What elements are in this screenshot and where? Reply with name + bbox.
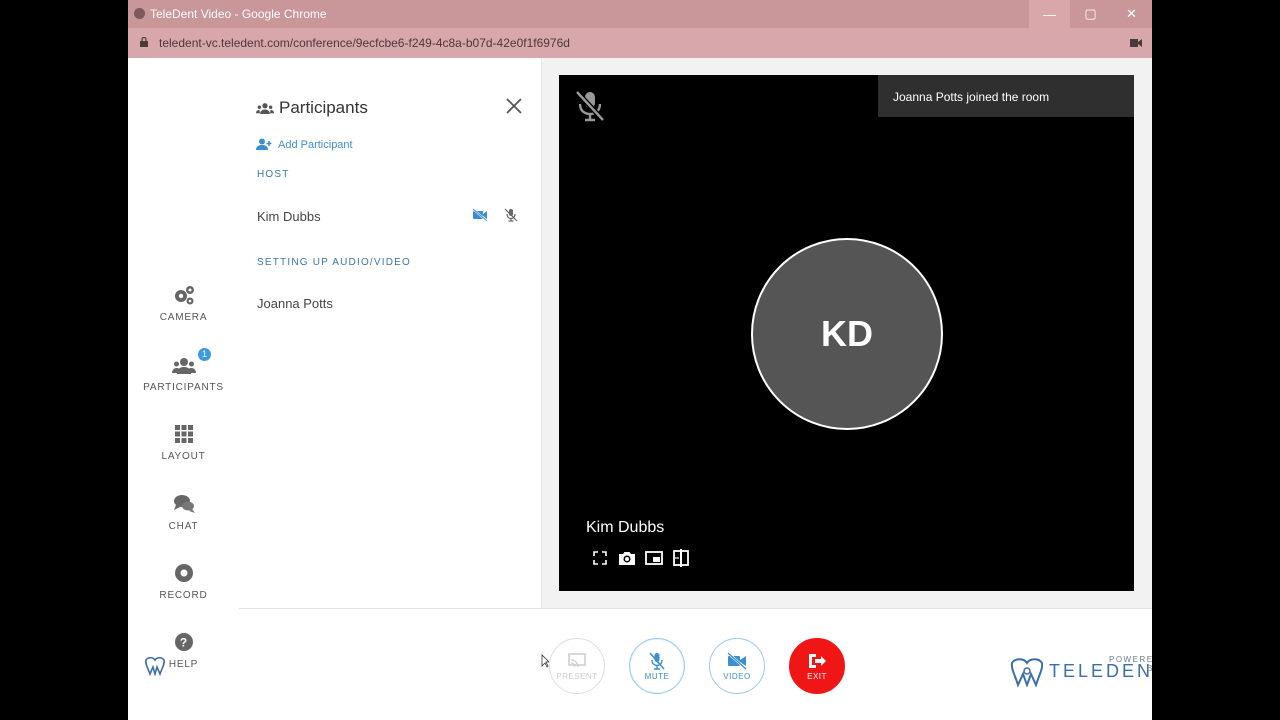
- present-label: PRESENT: [556, 671, 598, 681]
- nav-chat-label: CHAT: [168, 521, 199, 532]
- picture-in-picture-icon[interactable]: [645, 549, 663, 567]
- panel-title: Participants: [279, 98, 368, 117]
- stage-tools: [591, 549, 690, 567]
- add-participant-label: Add Participant: [278, 139, 353, 151]
- add-user-icon: [256, 138, 272, 150]
- users-icon: [256, 103, 274, 114]
- camera-indicator-icon[interactable]: [1130, 38, 1142, 48]
- teledent-logo-icon: [1010, 658, 1044, 687]
- stage-participant-name: Kim Dubbs: [586, 519, 665, 536]
- setup-participant-name: Joanna Potts: [257, 296, 333, 311]
- video-off-icon[interactable]: [472, 208, 488, 222]
- mic-off-icon: [649, 651, 665, 670]
- snapshot-camera-icon[interactable]: [618, 549, 636, 567]
- chat-icon: [173, 495, 195, 513]
- record-icon: [174, 564, 193, 582]
- close-panel-icon[interactable]: [504, 96, 524, 116]
- present-button[interactable]: PRESENT: [549, 638, 605, 694]
- screen-share-icon: [568, 652, 586, 667]
- join-toast-text: Joanna Potts joined the room: [893, 90, 1050, 104]
- video-stage: Joanna Potts joined the room KD Kim Dubb…: [559, 75, 1134, 591]
- nav-chat[interactable]: CHAT: [128, 493, 239, 532]
- maximize-button[interactable]: ▢: [1070, 0, 1111, 28]
- left-nav: CAMERA 1 PARTICIPANTS LAYOUT CHAT RECORD…: [128, 58, 239, 720]
- window-title: TeleDent Video - Google Chrome: [150, 7, 327, 21]
- minimize-button[interactable]: —: [1029, 0, 1070, 28]
- exit-door-icon: [809, 653, 826, 668]
- exit-button[interactable]: EXIT: [789, 638, 845, 694]
- add-participant-button[interactable]: Add Participant: [256, 138, 353, 151]
- mic-off-icon[interactable]: [503, 208, 519, 222]
- powered-by-label: POWERED BY: [1109, 655, 1152, 673]
- participants-panel: Participants Add Participant HOST Kim Du…: [239, 58, 542, 608]
- avatar-initials: KD: [821, 313, 873, 354]
- video-off-icon: [727, 651, 747, 670]
- host-heading: HOST: [257, 169, 290, 180]
- close-window-button[interactable]: ✕: [1111, 0, 1152, 28]
- browser-window: TeleDent Video - Google Chrome — ▢ ✕ tel…: [128, 0, 1152, 720]
- gear-cogs-icon: [174, 286, 194, 305]
- grid-icon: [174, 425, 193, 443]
- svg-text:?: ?: [179, 636, 187, 650]
- mic-off-icon: [575, 90, 605, 122]
- mute-button[interactable]: MUTE: [629, 638, 685, 694]
- split-view-icon[interactable]: [672, 549, 690, 567]
- nav-record-label: RECORD: [159, 590, 208, 601]
- exit-label: EXIT: [807, 671, 827, 681]
- nav-camera[interactable]: CAMERA: [128, 284, 239, 323]
- teledent-logo-small-icon: [145, 656, 165, 676]
- nav-layout-label: LAYOUT: [161, 451, 206, 462]
- video-label: VIDEO: [723, 671, 751, 681]
- setup-heading: SETTING UP AUDIO/VIDEO: [257, 257, 412, 268]
- bottom-control-bar: PRESENT MUTE VIDEO EXIT TELEDEN POWERE B: [239, 608, 1152, 720]
- mouse-cursor-icon: [541, 654, 549, 668]
- help-icon: ?: [174, 633, 193, 651]
- join-toast: Joanna Potts joined the room: [878, 75, 1134, 117]
- video-button[interactable]: VIDEO: [709, 638, 765, 694]
- address-bar[interactable]: teledent-vc.teledent.com/conference/9ecf…: [128, 28, 1152, 58]
- host-participant-name: Kim Dubbs: [257, 209, 321, 224]
- chrome-icon: [134, 8, 145, 19]
- title-bar: TeleDent Video - Google Chrome — ▢ ✕: [128, 0, 1152, 28]
- fullscreen-icon[interactable]: [591, 549, 609, 567]
- mute-label: MUTE: [644, 671, 670, 681]
- lock-icon: [140, 37, 148, 47]
- avatar: KD: [751, 238, 943, 430]
- nav-help-label: HELP: [168, 659, 199, 670]
- nav-record[interactable]: RECORD: [128, 562, 239, 601]
- users-icon: [171, 358, 196, 374]
- nav-participants[interactable]: 1 PARTICIPANTS: [128, 348, 239, 393]
- window-controls: — ▢ ✕: [1029, 0, 1152, 28]
- url-text: teledent-vc.teledent.com/conference/9ecf…: [159, 36, 570, 50]
- nav-participants-label: PARTICIPANTS: [143, 382, 224, 393]
- participants-badge: 1: [198, 348, 211, 361]
- nav-layout[interactable]: LAYOUT: [128, 423, 239, 462]
- nav-camera-label: CAMERA: [159, 312, 208, 323]
